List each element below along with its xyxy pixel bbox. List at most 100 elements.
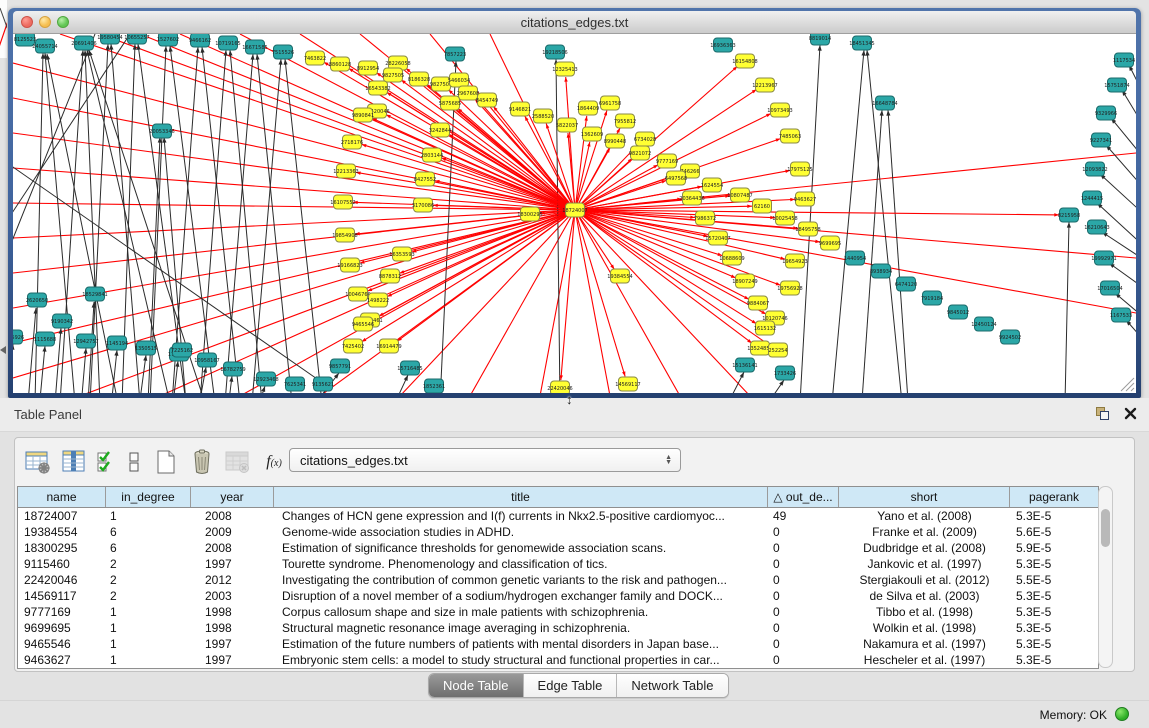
graph-node[interactable]: 1624554	[701, 178, 723, 192]
column-header-in_degree[interactable]: in_degree	[106, 487, 191, 507]
graph-node[interactable]: 7625341	[284, 377, 306, 391]
graph-node[interactable]: 16782759	[220, 362, 245, 376]
graph-node[interactable]: 1864409	[577, 101, 599, 115]
graph-node[interactable]: 16154808	[732, 54, 757, 68]
table-row[interactable]: 1938455462009Genome-wide association stu…	[18, 524, 1098, 540]
graph-node[interactable]: 18495758	[795, 222, 820, 236]
graph-node[interactable]: 2718176	[341, 135, 363, 149]
tab-edge-table[interactable]: Edge Table	[524, 674, 618, 697]
graph-node[interactable]: 18300295	[517, 207, 542, 221]
graph-node[interactable]: 12213967	[752, 78, 777, 92]
tab-node-table[interactable]: Node Table	[429, 674, 524, 697]
graph-node[interactable]: 2588520	[532, 109, 554, 123]
select-columns-button[interactable]	[95, 448, 117, 476]
graph-node[interactable]: 1440954	[844, 251, 866, 265]
graph-node[interactable]: 9857791	[329, 359, 351, 373]
table-row[interactable]: 1456911722003Disruption of a novel membe…	[18, 588, 1098, 604]
graph-node[interactable]: 62160	[753, 199, 772, 213]
close-panel-icon[interactable]	[1124, 407, 1137, 420]
graph-node[interactable]: 9699695	[819, 236, 841, 250]
graph-node[interactable]: 9884067	[747, 296, 769, 310]
graph-node[interactable]: 17016504	[1097, 281, 1122, 295]
graph-node[interactable]: 10025458	[772, 211, 797, 225]
graph-node[interactable]: 16353593	[389, 247, 414, 261]
graph-node[interactable]: 19580454	[97, 34, 122, 44]
graph-node[interactable]: 9465546	[352, 317, 374, 331]
graph-node[interactable]: 9135621	[312, 377, 334, 391]
graph-node[interactable]: 9463627	[794, 192, 816, 206]
graph-node[interactable]: 6734028	[634, 132, 656, 146]
graph-node[interactable]: 10655257	[124, 34, 149, 44]
graph-node[interactable]: 12923468	[253, 372, 278, 386]
graph-node[interactable]: 6961758	[599, 96, 621, 110]
graph-node[interactable]: 15716485	[397, 361, 422, 375]
graph-node[interactable]: 17975125	[787, 162, 812, 176]
graph-node[interactable]: 15720407	[705, 231, 730, 245]
graph-node[interactable]: 2803144	[421, 148, 443, 162]
graph-node[interactable]: 7857223	[444, 47, 466, 61]
graph-node[interactable]: 9845012	[947, 305, 969, 319]
graph-node[interactable]: 12213363	[333, 164, 358, 178]
table-scrollbar[interactable]	[1098, 486, 1113, 668]
graph-node[interactable]: 7955812	[614, 114, 636, 128]
graph-node[interactable]: 19166823	[337, 258, 362, 272]
graph-node[interactable]: 5875685	[439, 96, 461, 110]
graph-node[interactable]: 19384554	[607, 269, 632, 283]
graph-node[interactable]: 15136141	[732, 358, 757, 372]
graph-node[interactable]: 3915926	[13, 330, 24, 344]
table-mode-button[interactable]	[23, 448, 53, 476]
graph-node[interactable]: 7919184	[921, 291, 943, 305]
graph-node[interactable]: 15751874	[1104, 78, 1129, 92]
table-row[interactable]: 946554611997Estimation of the future num…	[18, 636, 1098, 652]
tab-network-table[interactable]: Network Table	[617, 674, 727, 697]
float-panel-icon[interactable]	[1095, 406, 1110, 421]
table-row[interactable]: 977716911998Corpus callosum shape and si…	[18, 604, 1098, 620]
graph-node[interactable]: 20053346	[149, 124, 174, 138]
delete-table-button[interactable]	[223, 448, 253, 476]
graph-node[interactable]: 16914479	[376, 339, 401, 353]
column-header-out_degree[interactable]: △ out_de...	[768, 487, 839, 507]
graph-node[interactable]: 9146821	[509, 102, 531, 116]
graph-node[interactable]: 8860128	[329, 57, 351, 71]
graph-node[interactable]: 8215958	[1058, 208, 1080, 222]
graph-node[interactable]: 16936363	[710, 38, 735, 52]
graph-node[interactable]: 10719165	[215, 36, 240, 50]
graph-node[interactable]: 12093822	[1082, 162, 1107, 176]
network-canvas[interactable]: 8125523240557142069140619580454106552571…	[13, 34, 1136, 393]
graph-node[interactable]: 7515526	[272, 45, 294, 59]
graph-node[interactable]: 1733426	[774, 366, 796, 380]
function-builder-button[interactable]: f(x)	[259, 448, 289, 476]
graph-node[interactable]: 1615132	[754, 321, 776, 335]
table-row[interactable]: 969969511998Structural magnetic resonanc…	[18, 620, 1098, 636]
graph-node[interactable]: 6497568	[665, 171, 687, 185]
graph-node[interactable]: 19992971	[1091, 251, 1116, 265]
graph-node[interactable]: 10973493	[767, 103, 792, 117]
graph-node[interactable]: 1362609	[581, 127, 603, 141]
table-row[interactable]: 2242004622012Investigating the contribut…	[18, 572, 1098, 588]
graph-node[interactable]: 3242844	[429, 123, 451, 137]
window-resize-grip[interactable]	[1117, 374, 1135, 392]
graph-node[interactable]: 8454749	[476, 93, 498, 107]
graph-node[interactable]: 1117534	[1113, 53, 1135, 67]
graph-node[interactable]: 12450124	[971, 317, 996, 331]
graph-node[interactable]: 1167533	[1110, 308, 1132, 322]
graph-node[interactable]: 9227341	[1090, 133, 1112, 147]
network-view-window[interactable]: citations_edges.txt 81255232405571420691…	[8, 8, 1141, 398]
graph-node[interactable]: 5466034	[448, 73, 470, 87]
delete-column-button[interactable]	[187, 448, 217, 476]
graph-node[interactable]: 7425402	[342, 339, 364, 353]
graph-node[interactable]: 8819014	[809, 34, 831, 45]
graph-node[interactable]: 1852361	[423, 379, 445, 393]
graph-node[interactable]: 18724007	[562, 203, 587, 217]
graph-node[interactable]: 18529841	[82, 287, 107, 301]
graph-node[interactable]: 8878312	[379, 269, 401, 283]
table-row[interactable]: 1830029562008Estimation of significance …	[18, 540, 1098, 556]
graph-node[interactable]: 18451345	[849, 36, 874, 50]
graph-node[interactable]: 8912954	[357, 61, 379, 75]
graph-node[interactable]: 1115688	[34, 332, 56, 346]
graph-node[interactable]: 16210643	[1084, 220, 1109, 234]
toggle-rows-button[interactable]	[123, 448, 145, 476]
graph-node[interactable]: 18907249	[732, 274, 757, 288]
table-row[interactable]: 1872400712008Changes of HCN gene express…	[18, 508, 1098, 524]
graph-node[interactable]: 19218506	[542, 45, 567, 59]
